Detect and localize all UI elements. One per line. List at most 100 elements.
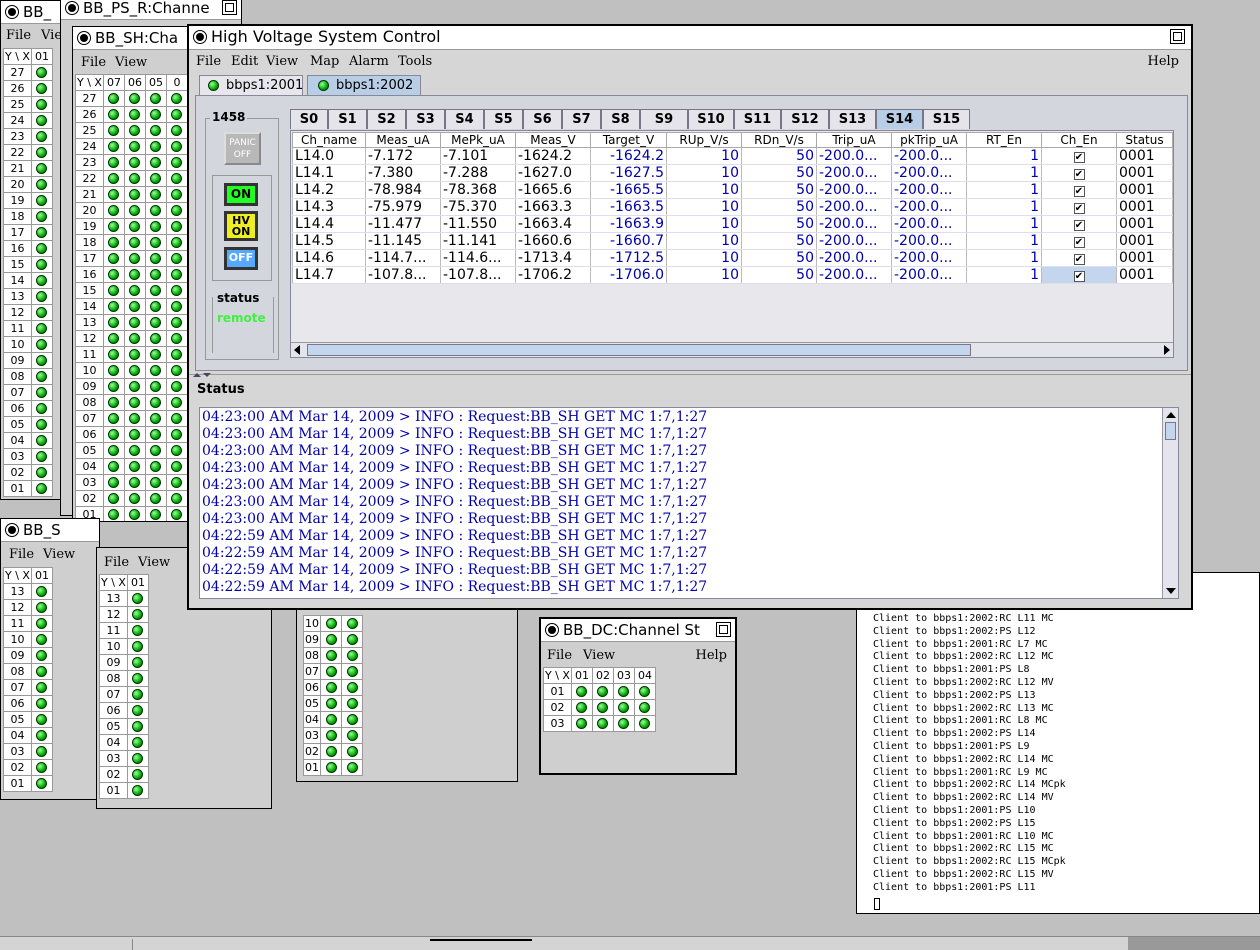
taskbar-button[interactable] xyxy=(1128,937,1260,950)
channel-led[interactable] xyxy=(144,234,167,251)
table-cell[interactable]: -11.477 xyxy=(365,215,441,233)
channel-led[interactable] xyxy=(102,362,125,379)
table-cell[interactable]: 1 xyxy=(966,249,1042,267)
table-cell[interactable]: -200.0... xyxy=(891,147,967,165)
table-cell[interactable]: L14.1 xyxy=(292,164,366,182)
table-cell[interactable]: -200.0... xyxy=(816,147,892,165)
channel-led[interactable] xyxy=(126,590,149,607)
channel-led[interactable] xyxy=(165,458,188,475)
channel-led[interactable] xyxy=(341,631,363,648)
ch-en-cell[interactable]: ✔ xyxy=(1041,181,1117,199)
channel-led[interactable] xyxy=(341,711,363,728)
table-cell[interactable]: L14.0 xyxy=(292,147,366,165)
window-menu-icon[interactable] xyxy=(66,2,78,14)
column-header[interactable]: Status xyxy=(1116,132,1173,148)
table-cell[interactable]: -78.984 xyxy=(365,181,441,199)
maximize-icon[interactable] xyxy=(222,0,237,15)
channel-led[interactable] xyxy=(30,144,53,161)
channel-led[interactable] xyxy=(102,138,125,155)
scroll-right-icon[interactable] xyxy=(1164,345,1170,355)
window-bb-dc[interactable]: BB_DC:Channel St File View Help Y \ X 01 0… xyxy=(539,617,737,775)
channel-led[interactable] xyxy=(30,647,53,664)
window-bb-titlebar[interactable]: BB_ xyxy=(1,1,65,24)
column-header[interactable]: Target_V xyxy=(590,132,667,148)
scroll-down-icon[interactable] xyxy=(1166,588,1176,594)
channel-led[interactable] xyxy=(341,679,363,696)
window-menu-icon[interactable] xyxy=(6,6,18,18)
table-cell[interactable]: 10 xyxy=(666,249,742,267)
table-cell[interactable]: -107.8... xyxy=(440,266,516,284)
channel-led[interactable] xyxy=(102,458,125,475)
window-menu-icon[interactable] xyxy=(546,624,558,636)
channel-led[interactable] xyxy=(123,458,146,475)
channel-led[interactable] xyxy=(570,683,593,700)
checkbox[interactable]: ✔ xyxy=(1073,186,1085,197)
table-cell[interactable]: 0001 xyxy=(1116,198,1173,216)
table-cell[interactable]: -1663.9 xyxy=(590,215,667,233)
channel-led[interactable] xyxy=(165,218,188,235)
channel-led[interactable] xyxy=(126,702,149,719)
menu-view[interactable]: View xyxy=(583,648,615,663)
table-cell[interactable]: -78.368 xyxy=(440,181,516,199)
channel-led[interactable] xyxy=(570,715,593,732)
scroll-left-icon[interactable] xyxy=(294,345,300,355)
channel-led[interactable] xyxy=(165,410,188,427)
table-row[interactable]: L14.2 -78.984 -78.368 -1665.6 -1665.5 10 50 -20… xyxy=(292,181,1173,199)
channel-led[interactable] xyxy=(144,170,167,187)
ch-en-cell[interactable]: ✔ xyxy=(1041,198,1117,216)
channel-led[interactable] xyxy=(30,695,53,712)
table-row[interactable]: L14.1 -7.380 -7.288 -1627.0 -1627.5 10 50 -200.… xyxy=(292,164,1173,182)
window-menu-icon[interactable] xyxy=(194,31,206,43)
channel-led[interactable] xyxy=(30,400,53,417)
menu-view[interactable]: View xyxy=(115,55,147,70)
channel-led[interactable] xyxy=(30,160,53,177)
channel-led[interactable] xyxy=(144,314,167,331)
checkbox[interactable]: ✔ xyxy=(1073,271,1085,282)
table-cell[interactable]: 50 xyxy=(741,249,817,267)
checkbox[interactable]: ✔ xyxy=(1073,220,1085,231)
channel-led[interactable] xyxy=(591,683,614,700)
channel-led[interactable] xyxy=(165,442,188,459)
channel-led[interactable] xyxy=(144,202,167,219)
ch-en-cell[interactable]: ✔ xyxy=(1041,215,1117,233)
checkbox[interactable]: ✔ xyxy=(1073,152,1085,163)
channel-led[interactable] xyxy=(30,711,53,728)
channel-led[interactable] xyxy=(123,410,146,427)
table-cell[interactable]: L14.6 xyxy=(292,249,366,267)
tab-slot-s13[interactable]: S13 xyxy=(829,109,876,129)
splitter[interactable] xyxy=(189,373,1191,378)
channel-led[interactable] xyxy=(126,782,149,799)
channel-led[interactable] xyxy=(320,663,342,680)
table-row[interactable]: L14.5 -11.145 -11.141 -1660.6 -1660.7 10 50 -20… xyxy=(292,232,1173,250)
table-cell[interactable]: 0001 xyxy=(1116,249,1173,267)
channel-led[interactable] xyxy=(30,96,53,113)
channel-led[interactable] xyxy=(30,480,53,497)
window-menu-icon[interactable] xyxy=(6,524,18,536)
menu-help[interactable]: Help xyxy=(695,648,727,663)
table-cell[interactable]: -1663.5 xyxy=(590,198,667,216)
channel-led[interactable] xyxy=(144,122,167,139)
tab-slot-s8[interactable]: S8 xyxy=(601,109,640,129)
table-cell[interactable]: L14.4 xyxy=(292,215,366,233)
ch-en-cell[interactable]: ✔ xyxy=(1041,164,1117,182)
channel-led[interactable] xyxy=(341,695,363,712)
channel-led[interactable] xyxy=(165,106,188,123)
table-cell[interactable]: -107.8... xyxy=(365,266,441,284)
panic-off-button[interactable]: PANIC OFF xyxy=(224,132,261,165)
table-cell[interactable]: -1663.4 xyxy=(515,215,591,233)
channel-led[interactable] xyxy=(123,426,146,443)
on-button[interactable]: ON xyxy=(224,183,258,206)
channel-led[interactable] xyxy=(102,346,125,363)
window-bb-dc-titlebar[interactable]: BB_DC:Channel St xyxy=(541,619,735,642)
tab-slot-s10[interactable]: S10 xyxy=(688,109,734,129)
table-cell[interactable]: -7.380 xyxy=(365,164,441,182)
channel-led[interactable] xyxy=(30,368,53,385)
table-cell[interactable]: L14.7 xyxy=(292,266,366,284)
channel-led[interactable] xyxy=(123,202,146,219)
channel-led[interactable] xyxy=(165,186,188,203)
tab-slot-s15[interactable]: S15 xyxy=(923,109,970,129)
channel-led[interactable] xyxy=(102,506,125,521)
table-cell[interactable]: -7.101 xyxy=(440,147,516,165)
channel-led[interactable] xyxy=(123,442,146,459)
channel-led[interactable] xyxy=(633,715,656,732)
